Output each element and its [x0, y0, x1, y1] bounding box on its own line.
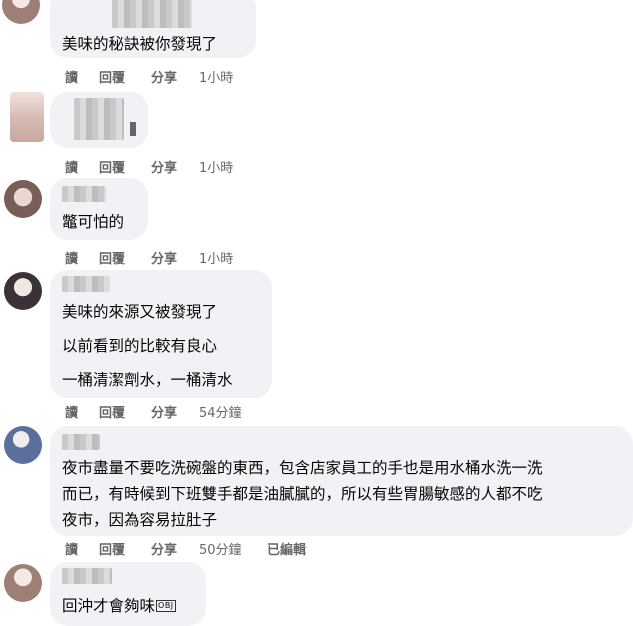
read-button[interactable]: 讀 — [65, 539, 99, 558]
timestamp[interactable]: 54分鐘 — [199, 402, 242, 421]
read-button[interactable]: 讀 — [65, 67, 99, 86]
commenter-avatar[interactable] — [4, 426, 42, 464]
share-button[interactable]: 分享 — [151, 157, 199, 176]
comment-text: 美味的秘訣被你發現了 — [62, 35, 218, 53]
commenter-name-blurred[interactable] — [62, 434, 100, 450]
comment-text: 鼈可怕的 — [62, 213, 125, 231]
reply-button[interactable]: 回覆 — [99, 402, 151, 421]
share-button[interactable]: 分享 — [151, 248, 199, 267]
blur-artifact — [130, 122, 136, 136]
comment-text-line: 以前看到的比較有良心 — [62, 337, 218, 355]
commenter-name-blurred[interactable] — [112, 0, 192, 28]
reply-button[interactable]: 回覆 — [99, 248, 151, 267]
commenter-name-blurred[interactable] — [62, 276, 110, 292]
comment-bubble: 鼈可怕的 — [50, 178, 148, 240]
read-button[interactable]: 讀 — [65, 402, 99, 421]
timestamp[interactable]: 1小時 — [199, 67, 233, 86]
comment-actions: 讀 回覆 分享 50分鐘 已編輯 — [65, 539, 306, 558]
read-button[interactable]: 讀 — [65, 157, 99, 176]
comment-bubble: 回沖才會夠味 OBJ — [50, 562, 206, 626]
read-button[interactable]: 讀 — [65, 248, 99, 267]
timestamp[interactable]: 50分鐘 — [199, 539, 267, 558]
comment-text-line: 而已，有時候到下班雙手都是油膩膩的，所以有些胃腸敏感的人都不吃 — [62, 485, 543, 503]
comment-bubble: 夜市盡量不要吃洗碗盤的東西，包含店家員工的手也是用水桶水洗一洗 而已，有時候到下… — [50, 426, 633, 536]
commenter-name-blurred[interactable] — [62, 186, 106, 202]
edited-label[interactable]: 已編輯 — [267, 539, 306, 558]
comment-bubble — [50, 92, 148, 148]
comment-bubble: 美味的秘訣被你發現了 — [50, 0, 256, 58]
commenter-avatar[interactable] — [10, 92, 44, 142]
commenter-name-blurred[interactable] — [62, 568, 112, 584]
commenter-name-blurred[interactable] — [74, 98, 124, 140]
comment-actions: 讀 回覆 分享 1小時 — [65, 248, 233, 267]
reply-button[interactable]: 回覆 — [99, 157, 151, 176]
reply-button[interactable]: 回覆 — [99, 67, 151, 86]
comment-text: 回沖才會夠味 OBJ — [62, 597, 176, 615]
share-button[interactable]: 分享 — [151, 402, 199, 421]
comment-actions: 讀 回覆 分享 54分鐘 — [65, 402, 242, 421]
comment-text-line: 一桶清潔劑水，一桶清水 — [62, 371, 233, 389]
commenter-avatar[interactable] — [2, 0, 40, 24]
comment-text-line: 夜市，因為容易拉肚子 — [62, 511, 218, 529]
timestamp[interactable]: 1小時 — [199, 157, 233, 176]
timestamp[interactable]: 1小時 — [199, 248, 233, 267]
comment-text-line: 夜市盡量不要吃洗碗盤的東西，包含店家員工的手也是用水桶水洗一洗 — [62, 459, 543, 477]
comment-bubble: 美味的來源又被發現了 以前看到的比較有良心 一桶清潔劑水，一桶清水 — [50, 270, 272, 398]
commenter-avatar[interactable] — [4, 564, 42, 602]
share-button[interactable]: 分享 — [151, 539, 199, 558]
comment-text-line: 美味的來源又被發現了 — [62, 303, 218, 321]
share-button[interactable]: 分享 — [151, 67, 199, 86]
object-replacement-glyph: OBJ — [156, 600, 176, 612]
comment-actions: 讀 回覆 分享 1小時 — [65, 67, 233, 86]
comment-actions: 讀 回覆 分享 1小時 — [65, 157, 233, 176]
reply-button[interactable]: 回覆 — [99, 539, 151, 558]
commenter-avatar[interactable] — [4, 272, 42, 310]
commenter-avatar[interactable] — [4, 180, 42, 218]
